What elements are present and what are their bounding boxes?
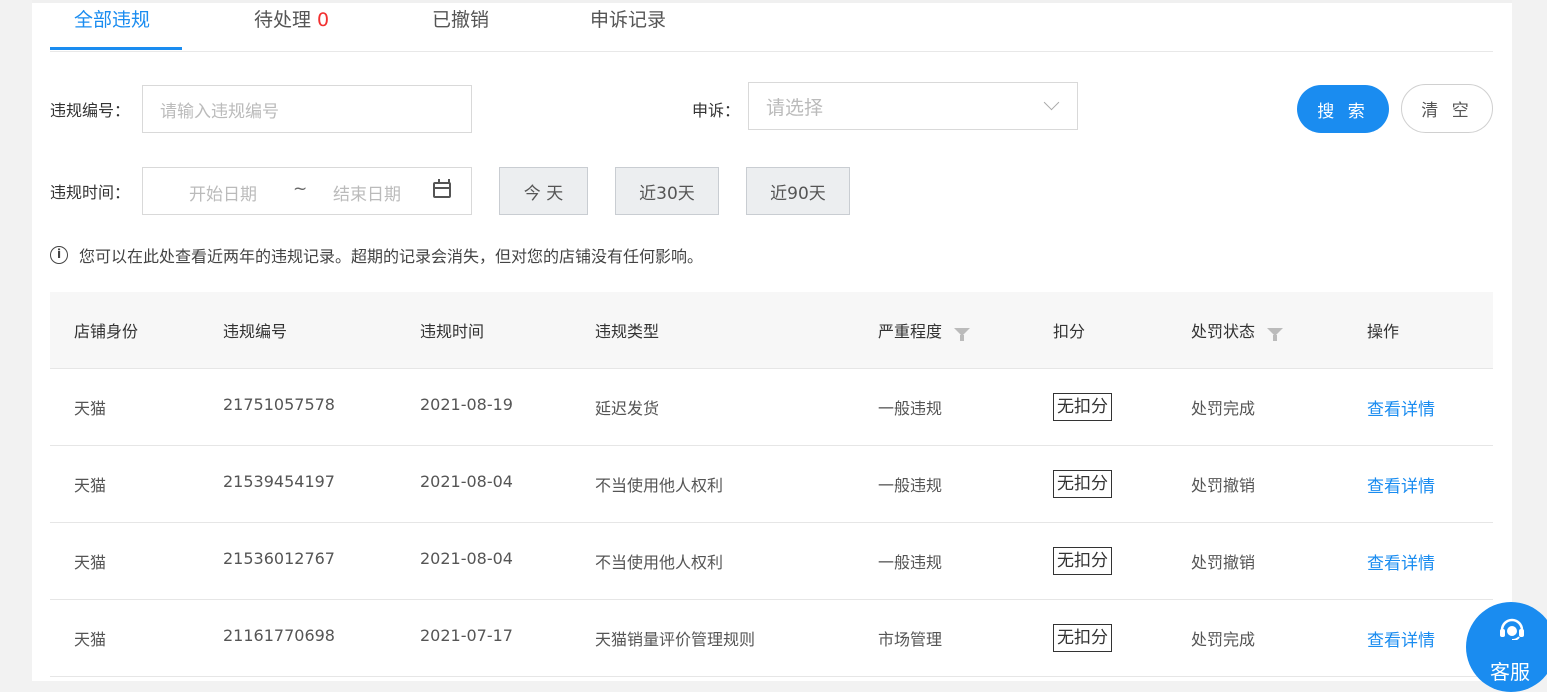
tab-bar: 全部违规 待处理 0 已撤销 申诉记录: [50, 3, 1493, 52]
violation-time-label: 违规时间：: [50, 183, 131, 202]
header-points: 扣分: [1053, 322, 1086, 341]
header-status-cell: 处罚状态: [1191, 318, 1284, 342]
points-tag: 无扣分: [1053, 470, 1112, 498]
quick-90-days-button[interactable]: 近90天: [746, 167, 850, 215]
date-range-picker[interactable]: 开始日期 ~ 结束日期: [142, 167, 472, 215]
tab-label: 申诉记录: [590, 9, 667, 31]
cell-time: 2021-08-04: [420, 549, 513, 568]
points-tag: 无扣分: [1053, 393, 1112, 421]
view-details-link[interactable]: 查看详情: [1367, 395, 1435, 420]
clear-button[interactable]: 清 空: [1401, 84, 1493, 133]
cell-status: 处罚撤销: [1191, 476, 1256, 495]
tab-all-violations[interactable]: 全部违规: [74, 9, 150, 49]
cell-id: 21751057578: [223, 395, 335, 414]
tab-label: 已撤销: [432, 9, 490, 31]
tab-revoked[interactable]: 已撤销: [432, 9, 489, 49]
cell-severity: 一般违规: [878, 399, 943, 418]
tab-label: 全部违规: [74, 9, 151, 31]
cell-type: 延迟发货: [595, 399, 660, 418]
cell-time: 2021-08-19: [420, 395, 513, 414]
tab-appeal-records[interactable]: 申诉记录: [590, 9, 666, 49]
cell-type: 不当使用他人权利: [595, 553, 724, 572]
cell-status: 处罚完成: [1191, 399, 1256, 418]
info-notice: i 您可以在此处查看近两年的违规记录。超期的记录会消失，但对您的店铺没有任何影响…: [50, 243, 703, 267]
search-button[interactable]: 搜 索: [1297, 85, 1389, 133]
cell-shop: 天猫: [74, 630, 107, 649]
appeal-select[interactable]: 请选择: [748, 82, 1078, 130]
calendar-icon[interactable]: [433, 179, 451, 198]
clear-button-label: 清 空: [1421, 101, 1473, 121]
view-details-link[interactable]: 查看详情: [1367, 549, 1435, 574]
chevron-down-icon: [1043, 94, 1060, 111]
cell-severity: 一般违规: [878, 476, 943, 495]
header-id: 违规编号: [223, 322, 288, 341]
table-row: 天猫 21536012767 2021-08-04 不当使用他人权利 一般违规 …: [50, 523, 1493, 600]
cell-shop: 天猫: [74, 476, 107, 495]
end-date-input[interactable]: 结束日期: [333, 180, 401, 205]
filter-icon[interactable]: [954, 328, 971, 341]
quick-30-label: 近30天: [639, 183, 695, 204]
search-button-label: 搜 索: [1317, 101, 1369, 122]
main-panel: 全部违规 待处理 0 已撤销 申诉记录 违规编号： 请输入违规编号 申诉： 请选择…: [32, 0, 1512, 681]
appeal-label: 申诉：: [692, 101, 741, 120]
quick-30-days-button[interactable]: 近30天: [615, 167, 719, 215]
header-severity-cell: 严重程度: [878, 318, 971, 342]
violation-id-placeholder: 请输入违规编号: [160, 101, 279, 122]
quick-90-label: 近90天: [770, 183, 826, 204]
cell-status: 处罚完成: [1191, 630, 1256, 649]
filter-icon[interactable]: [1267, 328, 1284, 341]
cell-id: 21161770698: [223, 626, 335, 645]
table-row: 天猫 21161770698 2021-07-17 天猫销量评价管理规则 市场管…: [50, 600, 1493, 677]
cell-shop: 天猫: [74, 553, 107, 572]
pending-count-badge: 0: [317, 9, 330, 31]
table-row: 天猫 21539454197 2021-08-04 不当使用他人权利 一般违规 …: [50, 446, 1493, 523]
start-date-input[interactable]: 开始日期: [189, 180, 257, 205]
quick-today-button[interactable]: 今 天: [499, 167, 588, 215]
active-tab-indicator: [50, 47, 182, 50]
headset-icon: [1500, 618, 1524, 640]
points-tag: 无扣分: [1053, 624, 1112, 652]
header-shop: 店铺身份: [74, 322, 139, 341]
header-status: 处罚状态: [1191, 322, 1256, 341]
header-type: 违规类型: [595, 322, 660, 341]
quick-today-label: 今 天: [523, 183, 564, 204]
header-time: 违规时间: [420, 322, 485, 341]
tab-label: 待处理: [254, 9, 312, 31]
cell-type: 天猫销量评价管理规则: [595, 630, 756, 649]
cell-shop: 天猫: [74, 399, 107, 418]
violation-id-input[interactable]: 请输入违规编号: [142, 85, 472, 133]
header-severity: 严重程度: [878, 322, 943, 341]
cell-time: 2021-08-04: [420, 472, 513, 491]
cell-severity: 一般违规: [878, 553, 943, 572]
info-text: 您可以在此处查看近两年的违规记录。超期的记录会消失，但对您的店铺没有任何影响。: [79, 247, 704, 266]
table-row: 天猫 21751057578 2021-08-19 延迟发货 一般违规 无扣分 …: [50, 369, 1493, 446]
points-tag: 无扣分: [1053, 547, 1112, 575]
view-details-link[interactable]: 查看详情: [1367, 626, 1435, 651]
customer-service-button[interactable]: 客服: [1466, 602, 1547, 692]
view-details-link[interactable]: 查看详情: [1367, 472, 1435, 497]
violation-id-label: 违规编号：: [50, 101, 131, 120]
cell-severity: 市场管理: [878, 630, 943, 649]
table-header: 店铺身份 违规编号 违规时间 违规类型 严重程度 扣分 处罚状态 操作: [50, 292, 1493, 369]
info-icon: i: [50, 246, 68, 264]
header-action: 操作: [1367, 322, 1400, 341]
violations-table: 店铺身份 违规编号 违规时间 违规类型 严重程度 扣分 处罚状态 操作 天猫 2…: [50, 292, 1493, 677]
appeal-placeholder: 请选择: [766, 96, 824, 119]
date-range-separator: ~: [293, 179, 308, 199]
cell-time: 2021-07-17: [420, 626, 513, 645]
cell-type: 不当使用他人权利: [595, 476, 724, 495]
tab-pending[interactable]: 待处理 0: [254, 9, 329, 49]
cell-status: 处罚撤销: [1191, 553, 1256, 572]
cell-id: 21536012767: [223, 549, 335, 568]
cell-id: 21539454197: [223, 472, 335, 491]
